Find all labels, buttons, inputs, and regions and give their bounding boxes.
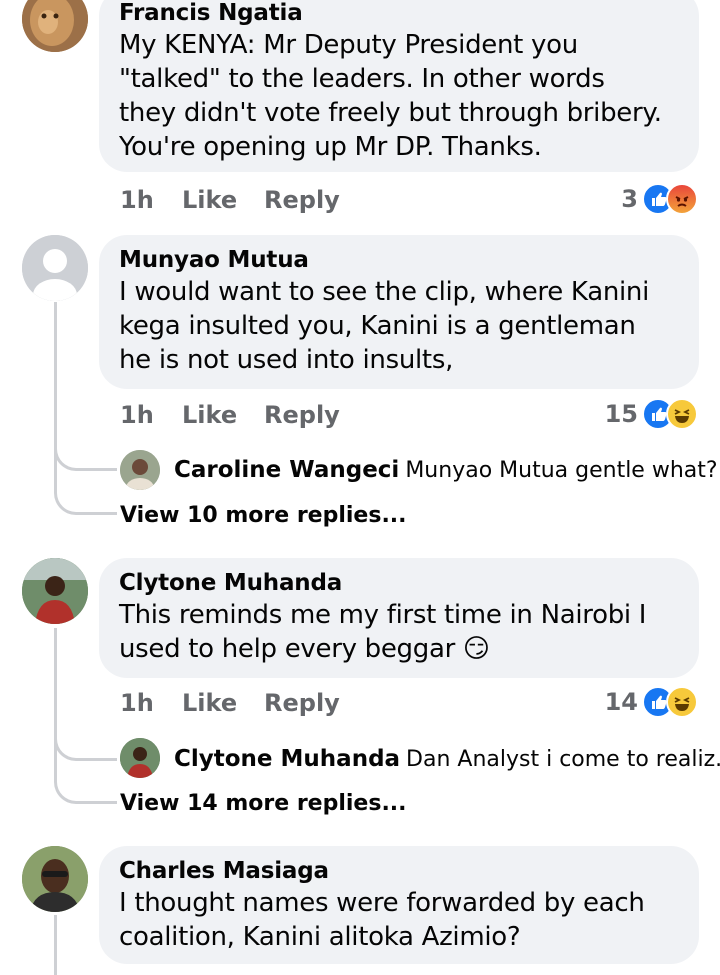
haha-reaction-icon <box>666 398 698 430</box>
reply-author[interactable]: Clytone Muhanda <box>174 746 400 772</box>
reply-text: Munyao Mutua gentle what? <box>405 458 718 483</box>
reaction-count: 3 <box>621 185 638 213</box>
comment-timestamp[interactable]: 1h <box>120 401 182 429</box>
comment-timestamp[interactable]: 1h <box>120 689 182 717</box>
reaction-summary[interactable]: 14 <box>605 686 698 718</box>
avatar[interactable] <box>22 558 88 624</box>
comment-text: My KENYA: Mr Deputy President you "talke… <box>119 30 662 162</box>
comment-bubble: Francis Ngatia My KENYA: Mr Deputy Presi… <box>99 0 699 172</box>
reaction-count: 15 <box>604 400 638 428</box>
comment-actions: 1h Like Reply <box>120 186 340 214</box>
reply-button[interactable]: Reply <box>264 689 340 717</box>
comment-timestamp[interactable]: 1h <box>120 186 182 214</box>
comment-actions: 1h Like Reply <box>120 689 340 717</box>
avatar[interactable] <box>22 235 88 301</box>
view-more-replies-link[interactable]: View 14 more replies... <box>120 791 407 816</box>
reply-text: Dan Analyst i come to realiz... <box>406 747 720 772</box>
haha-reaction-icon <box>666 686 698 718</box>
comment-author[interactable]: Francis Ngatia <box>119 0 679 28</box>
reply-avatar[interactable] <box>120 738 160 778</box>
reaction-summary[interactable]: 3 <box>621 183 698 215</box>
comment-bubble: Clytone Muhanda This reminds me my first… <box>99 558 699 678</box>
like-button[interactable]: Like <box>182 401 264 429</box>
reaction-summary[interactable]: 15 <box>605 398 698 430</box>
reply-preview[interactable]: Caroline Wangeci Munyao Mutua gentle what… <box>174 455 718 486</box>
comment-bubble: Munyao Mutua I would want to see the cli… <box>99 235 699 389</box>
comment-text: I would want to see the clip, where Kani… <box>119 277 650 375</box>
reply-preview[interactable]: Clytone Muhanda Dan Analyst i come to rea… <box>174 744 720 775</box>
like-button[interactable]: Like <box>182 186 264 214</box>
angry-reaction-icon <box>666 183 698 215</box>
like-button[interactable]: Like <box>182 689 264 717</box>
comment-text: I thought names were forwarded by each c… <box>119 888 645 952</box>
comment-bubble: Charles Masiaga I thought names were for… <box>99 846 699 964</box>
view-more-replies-link[interactable]: View 10 more replies... <box>120 503 407 528</box>
reply-button[interactable]: Reply <box>264 186 340 214</box>
comment-text: This reminds me my first time in Nairobi… <box>119 600 647 664</box>
comment-author[interactable]: Munyao Mutua <box>119 245 679 275</box>
reaction-count: 14 <box>604 688 638 716</box>
comment-author[interactable]: Clytone Muhanda <box>119 568 679 598</box>
avatar[interactable] <box>22 846 88 912</box>
comment-actions: 1h Like Reply <box>120 401 340 429</box>
comment-author[interactable]: Charles Masiaga <box>119 856 679 886</box>
reply-author[interactable]: Caroline Wangeci <box>174 457 399 483</box>
reply-avatar[interactable] <box>120 450 160 490</box>
avatar[interactable] <box>22 0 88 52</box>
reply-button[interactable]: Reply <box>264 401 340 429</box>
